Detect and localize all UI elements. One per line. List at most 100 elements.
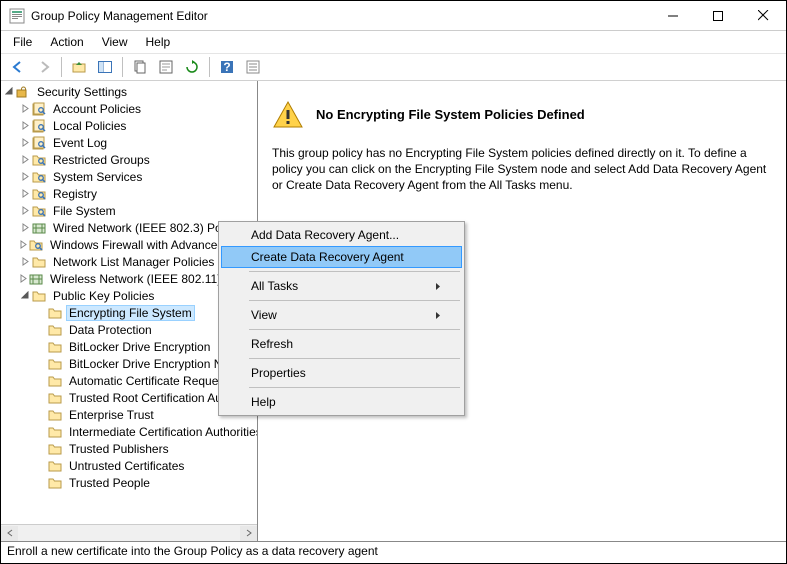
close-button[interactable] [740,1,786,30]
tree-item-label[interactable]: File System [50,204,119,218]
menu-separator [249,329,460,330]
titlebar: Group Policy Management Editor [1,1,786,31]
tree-child-label[interactable]: Intermediate Certification Authorities [66,425,257,439]
expand-icon[interactable] [3,87,15,96]
folder-icon [47,373,63,389]
tree-root-label[interactable]: Security Settings [34,85,130,99]
expand-icon[interactable] [19,291,31,300]
export-list-button[interactable] [241,55,265,79]
show-hide-tree-button[interactable] [93,55,117,79]
tree-child-label[interactable]: BitLocker Drive Encryption [66,340,213,354]
expand-icon[interactable] [19,274,28,283]
refresh-toolbar-button[interactable] [180,55,204,79]
horizontal-scrollbar[interactable] [1,524,257,541]
statusbar: Enroll a new certificate into the Group … [1,542,786,563]
expand-icon[interactable] [19,240,28,249]
folder-icon [31,169,47,185]
folder-icon [47,424,63,440]
up-folder-button[interactable] [67,55,91,79]
menu-file[interactable]: File [5,33,40,51]
menu-action[interactable]: Action [42,33,91,51]
tree-item-label[interactable]: Public Key Policies [50,289,157,303]
tree-item-label[interactable]: Registry [50,187,100,201]
context-menu-item[interactable]: Properties [221,362,462,384]
window-controls [650,1,786,30]
window-title: Group Policy Management Editor [31,9,650,23]
tree-item-label[interactable]: Event Log [50,136,110,150]
expand-icon[interactable] [19,257,31,266]
tree-item-label[interactable]: Network List Manager Policies [50,255,217,269]
scroll-left-arrow[interactable] [1,526,18,541]
context-menu-label: Help [251,395,276,409]
folder-icon [47,458,63,474]
context-menu: Add Data Recovery Agent... Create Data Re… [218,221,465,416]
folder-icon [31,101,47,117]
scroll-right-arrow[interactable] [240,526,257,541]
expand-icon[interactable] [19,104,31,113]
context-menu-label: Add Data Recovery Agent... [251,228,399,242]
menu-view[interactable]: View [94,33,136,51]
submenu-arrow-icon [434,311,442,320]
folder-icon [47,322,63,338]
detail-heading: No Encrypting File System Policies Defin… [316,107,585,122]
context-menu-label: Refresh [251,337,293,351]
minimize-button[interactable] [650,1,695,30]
context-menu-item[interactable]: Refresh [221,333,462,355]
folder-icon [47,339,63,355]
tree-item-label[interactable]: Local Policies [50,119,129,133]
menubar: File Action View Help [1,31,786,53]
context-menu-label: View [251,308,277,322]
expand-icon[interactable] [19,223,31,232]
folder-icon [31,254,47,270]
content-area: Security Settings Account Policies Local P… [1,81,786,542]
context-menu-label: All Tasks [251,279,298,293]
tree-child-label[interactable]: Data Protection [66,323,155,337]
folder-icon [31,118,47,134]
folder-icon [47,356,63,372]
app-icon [9,8,25,24]
security-icon [15,84,31,100]
menu-help[interactable]: Help [138,33,179,51]
forward-button[interactable] [32,55,56,79]
context-menu-item[interactable]: Create Data Recovery Agent [221,246,462,268]
expand-icon[interactable] [19,155,31,164]
expand-icon[interactable] [19,121,31,130]
tree-item-label[interactable]: System Services [50,170,145,184]
context-menu-label: Properties [251,366,306,380]
toolbar-separator [61,57,62,77]
expand-icon[interactable] [19,138,31,147]
back-button[interactable] [6,55,30,79]
expand-icon[interactable] [19,206,31,215]
context-menu-item[interactable]: Help [221,391,462,413]
toolbar-separator [122,57,123,77]
folder-icon [47,390,63,406]
tree-child-label[interactable]: Trusted Publishers [66,442,172,456]
tree-item-label[interactable]: Account Policies [50,102,144,116]
folder-icon [47,441,63,457]
tree-child-label[interactable]: Encrypting File System [66,305,195,321]
menu-separator [249,387,460,388]
help-toolbar-button[interactable]: ? [215,55,239,79]
gp-editor-window: Group Policy Management Editor File Acti… [0,0,787,564]
tree-item-label[interactable]: Restricted Groups [50,153,153,167]
context-menu-item[interactable]: All Tasks [221,275,462,297]
tree-child-label[interactable]: Enterprise Trust [66,408,157,422]
folder-icon [31,186,47,202]
tree-child-label[interactable]: Untrusted Certificates [66,459,187,473]
properties-toolbar-button[interactable] [154,55,178,79]
menu-separator [249,358,460,359]
submenu-arrow-icon [434,282,442,291]
menu-separator [249,271,460,272]
folder-icon [31,203,47,219]
context-menu-item[interactable]: View [221,304,462,326]
context-menu-item[interactable]: Add Data Recovery Agent... [221,224,462,246]
svg-text:?: ? [223,60,230,74]
folder-icon [47,475,63,491]
maximize-button[interactable] [695,1,740,30]
expand-icon[interactable] [19,172,31,181]
copy-button[interactable] [128,55,152,79]
toolbar-separator [209,57,210,77]
folder-icon [47,407,63,423]
tree-child-label[interactable]: Trusted People [66,476,153,490]
expand-icon[interactable] [19,189,31,198]
